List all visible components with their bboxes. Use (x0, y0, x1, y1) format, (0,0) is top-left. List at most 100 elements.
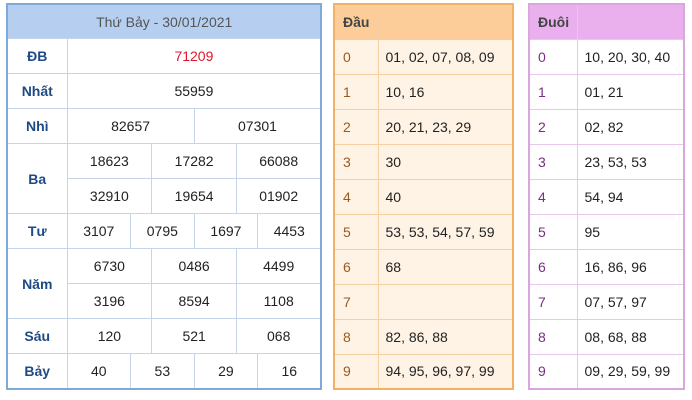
prize-value-sau: 120 (66, 318, 153, 355)
duoi-values: 10, 20, 30, 40 (576, 38, 685, 75)
prize-row-nhat: Nhất 55959 (6, 73, 322, 110)
prize-value-ba: 17282 (151, 143, 237, 180)
dau-values (377, 283, 514, 320)
prize-value-tu: 0795 (130, 213, 195, 250)
duoi-values: 07, 57, 97 (576, 283, 685, 320)
result-date-title: Thứ Bảy - 30/01/2021 (6, 3, 322, 40)
dau-values: 30 (377, 143, 514, 180)
duoi-row: 9 09, 29, 59, 99 (528, 353, 685, 390)
duoi-digit: 3 (528, 143, 578, 180)
duoi-values: 54, 94 (576, 178, 685, 215)
prize-value-bay: 16 (257, 353, 322, 390)
prize-value-sau: 521 (151, 318, 237, 355)
duoi-table: Đuôi 0 10, 20, 30, 40 1 01, 21 2 02, 82 3 23… (528, 3, 685, 390)
dau-header: Đầu (333, 3, 379, 40)
dau-row: 6 68 (333, 248, 514, 285)
prize-row-ba: Ba 18623 17282 66088 (6, 143, 322, 215)
duoi-digit: 2 (528, 108, 578, 145)
prize-value-tu: 1697 (193, 213, 259, 250)
prize-label-nam: Năm (6, 248, 68, 320)
duoi-values: 23, 53, 53 (576, 143, 685, 180)
dau-row: 3 30 (333, 143, 514, 180)
prize-row-sau: Sáu 120 521 068 (6, 318, 322, 355)
duoi-header-blank (576, 3, 685, 40)
prize-value-nam: 3196 (66, 283, 153, 320)
duoi-digit: 6 (528, 248, 578, 285)
dau-digit: 5 (333, 213, 379, 250)
dau-values: 94, 95, 96, 97, 99 (377, 353, 514, 390)
duoi-values: 09, 29, 59, 99 (576, 353, 685, 390)
dau-values: 20, 21, 23, 29 (377, 108, 514, 145)
duoi-row: 6 16, 86, 96 (528, 248, 685, 285)
prize-label-sau: Sáu (6, 318, 68, 355)
duoi-values: 01, 21 (576, 73, 685, 110)
dau-row: 5 53, 53, 54, 57, 59 (333, 213, 514, 250)
dau-row: 9 94, 95, 96, 97, 99 (333, 353, 514, 390)
dau-digit: 8 (333, 318, 379, 355)
prize-label-bay: Bảy (6, 353, 68, 390)
prize-value-nhat: 55959 (66, 73, 322, 110)
prize-row-bay: Bảy 40 53 29 16 (6, 353, 322, 390)
dau-row: 1 10, 16 (333, 73, 514, 110)
dau-digit: 0 (333, 38, 379, 75)
duoi-row: 8 08, 68, 88 (528, 318, 685, 355)
prize-label-nhi: Nhì (6, 108, 68, 145)
prize-value-nam: 8594 (151, 283, 237, 320)
prize-value-ba: 19654 (151, 178, 237, 215)
prize-value-nam: 1108 (236, 283, 322, 320)
prize-value-db: 71209 (66, 38, 322, 75)
prize-value-nam: 0486 (151, 248, 237, 285)
prize-value-nhi: 82657 (66, 108, 195, 145)
prize-value-nam: 6730 (66, 248, 153, 285)
lottery-result-table: Thứ Bảy - 30/01/2021 ĐB 71209 Nhất 55959… (6, 3, 323, 390)
prize-label-db: ĐB (6, 38, 68, 75)
duoi-values: 95 (576, 213, 685, 250)
prize-row-tu: Tư 3107 0795 1697 4453 (6, 213, 322, 250)
prize-value-tu: 3107 (66, 213, 132, 250)
duoi-row: 1 01, 21 (528, 73, 685, 110)
prize-value-ba: 01902 (236, 178, 322, 215)
duoi-digit: 0 (528, 38, 578, 75)
dau-row: 8 82, 86, 88 (333, 318, 514, 355)
dau-digit: 4 (333, 178, 379, 215)
dau-digit: 3 (333, 143, 379, 180)
prize-row-nam: Năm 6730 0486 4499 (6, 248, 322, 320)
prize-label-ba: Ba (6, 143, 68, 215)
prize-value-bay: 53 (130, 353, 195, 390)
duoi-row: 2 02, 82 (528, 108, 685, 145)
duoi-values: 16, 86, 96 (576, 248, 685, 285)
dau-values: 01, 02, 07, 08, 09 (377, 38, 514, 75)
dau-values: 68 (377, 248, 514, 285)
duoi-row: 5 95 (528, 213, 685, 250)
dau-digit: 2 (333, 108, 379, 145)
duoi-digit: 4 (528, 178, 578, 215)
prize-value-ba: 18623 (66, 143, 153, 180)
duoi-digit: 7 (528, 283, 578, 320)
duoi-row: 7 07, 57, 97 (528, 283, 685, 320)
dau-row: 0 01, 02, 07, 08, 09 (333, 38, 514, 75)
dau-row: 7 (333, 283, 514, 320)
prize-row-nhi: Nhì 82657 07301 (6, 108, 322, 145)
duoi-values: 02, 82 (576, 108, 685, 145)
prize-value-nam: 4499 (236, 248, 322, 285)
prize-value-nhi: 07301 (193, 108, 322, 145)
prize-value-ba: 32910 (66, 178, 153, 215)
prize-value-sau: 068 (236, 318, 322, 355)
duoi-header: Đuôi (528, 3, 578, 40)
dau-values: 10, 16 (377, 73, 514, 110)
prize-value-tu: 4453 (257, 213, 322, 250)
duoi-digit: 8 (528, 318, 578, 355)
prize-value-ba: 66088 (236, 143, 322, 180)
prize-label-tu: Tư (6, 213, 68, 250)
dau-table: Đầu 0 01, 02, 07, 08, 09 1 10, 16 2 20, 21,… (333, 3, 514, 390)
duoi-row: 4 54, 94 (528, 178, 685, 215)
duoi-digit: 1 (528, 73, 578, 110)
dau-row: 2 20, 21, 23, 29 (333, 108, 514, 145)
prize-row-db: ĐB 71209 (6, 38, 322, 75)
dau-values: 40 (377, 178, 514, 215)
dau-values: 53, 53, 54, 57, 59 (377, 213, 514, 250)
dau-header-blank (377, 3, 514, 40)
dau-row: 4 40 (333, 178, 514, 215)
dau-digit: 9 (333, 353, 379, 390)
dau-digit: 7 (333, 283, 379, 320)
